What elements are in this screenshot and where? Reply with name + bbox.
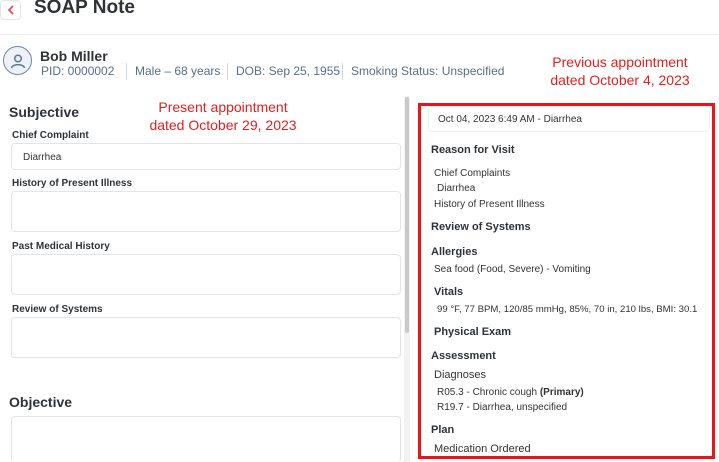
header-divider bbox=[0, 34, 719, 35]
smoking-status: Smoking Status: Unspecified bbox=[351, 64, 505, 78]
diagnosis-item: R05.3 - Chronic cough (Primary) bbox=[437, 387, 584, 398]
ros-input[interactable] bbox=[11, 317, 401, 358]
annotation-line: Previous appointment bbox=[552, 54, 688, 70]
diagnoses-label: Diagnoses bbox=[434, 369, 486, 381]
avatar bbox=[3, 46, 32, 75]
hpi-label-previous: History of Present Illness bbox=[434, 199, 545, 210]
physical-exam-title: Physical Exam bbox=[434, 326, 512, 338]
pmh-input[interactable] bbox=[11, 254, 401, 295]
diagnosis-item: R19.7 - Diarrhea, unspecified bbox=[437, 402, 568, 413]
chief-complaints-label: Chief Complaints bbox=[434, 168, 511, 179]
objective-title: Objective bbox=[9, 394, 73, 410]
hpi-input[interactable] bbox=[11, 191, 401, 232]
user-icon bbox=[10, 53, 25, 68]
pmh-label: Past Medical History bbox=[12, 241, 110, 252]
allergy-item: Sea food (Food, Severe) - Vomiting bbox=[434, 264, 591, 275]
annotation-line: Present appointment bbox=[158, 99, 288, 115]
chief-complaints-value: Diarrhea bbox=[437, 183, 476, 194]
chief-complaint-value: Diarrhea bbox=[23, 152, 62, 163]
medication-ordered-label: Medication Ordered bbox=[434, 443, 531, 455]
present-appointment-annotation: Present appointment dated October 29, 20… bbox=[137, 92, 309, 138]
appointment-select[interactable]: Oct 04, 2023 6:49 AM - Diarrhea bbox=[428, 106, 710, 132]
annotation-line: dated October 29, 2023 bbox=[149, 117, 297, 133]
patient-sex-age: Male – 68 years bbox=[135, 64, 221, 78]
chief-complaint-label: Chief Complaint bbox=[12, 130, 89, 141]
plan-title: Plan bbox=[431, 424, 455, 436]
ros-label: Review of Systems bbox=[12, 304, 103, 315]
subjective-title: Subjective bbox=[9, 104, 80, 120]
meta-divider bbox=[227, 63, 228, 80]
ros-title-previous: Review of Systems bbox=[431, 221, 531, 233]
annotation-line: dated October 4, 2023 bbox=[550, 72, 690, 88]
chief-complaint-input[interactable]: Diarrhea bbox=[11, 143, 401, 170]
meta-divider bbox=[126, 63, 127, 80]
previous-appointment-annotation: Previous appointment dated October 4, 20… bbox=[545, 53, 695, 89]
allergies-title: Allergies bbox=[431, 246, 478, 258]
back-button[interactable] bbox=[0, 0, 21, 20]
soap-note-page: SOAP Note Bob Miller PID: 0000002 Male –… bbox=[0, 0, 719, 462]
chevron-left-icon bbox=[7, 5, 14, 15]
patient-id: PID: 0000002 bbox=[41, 64, 115, 78]
primary-tag: (Primary) bbox=[539, 387, 584, 398]
assessment-title: Assessment bbox=[431, 350, 496, 362]
patient-dob: DOB: Sep 25, 1955 bbox=[236, 64, 341, 78]
meta-divider bbox=[342, 63, 343, 80]
vitals-title: Vitals bbox=[434, 286, 464, 298]
page-title: SOAP Note bbox=[34, 0, 136, 18]
patient-name: Bob Miller bbox=[40, 48, 108, 64]
reason-for-visit-title: Reason for Visit bbox=[431, 144, 515, 156]
appointment-select-value: Oct 04, 2023 6:49 AM - Diarrhea bbox=[438, 114, 582, 125]
vitals-value: 99 °F, 77 BPM, 120/85 mmHg, 85%, 70 in, … bbox=[437, 304, 698, 315]
objective-input[interactable] bbox=[11, 416, 401, 462]
form-scrollbar-thumb[interactable] bbox=[405, 97, 409, 333]
diagnosis-text: R05.3 - Chronic cough bbox=[437, 387, 538, 398]
hpi-label: History of Present Illness bbox=[12, 178, 133, 189]
